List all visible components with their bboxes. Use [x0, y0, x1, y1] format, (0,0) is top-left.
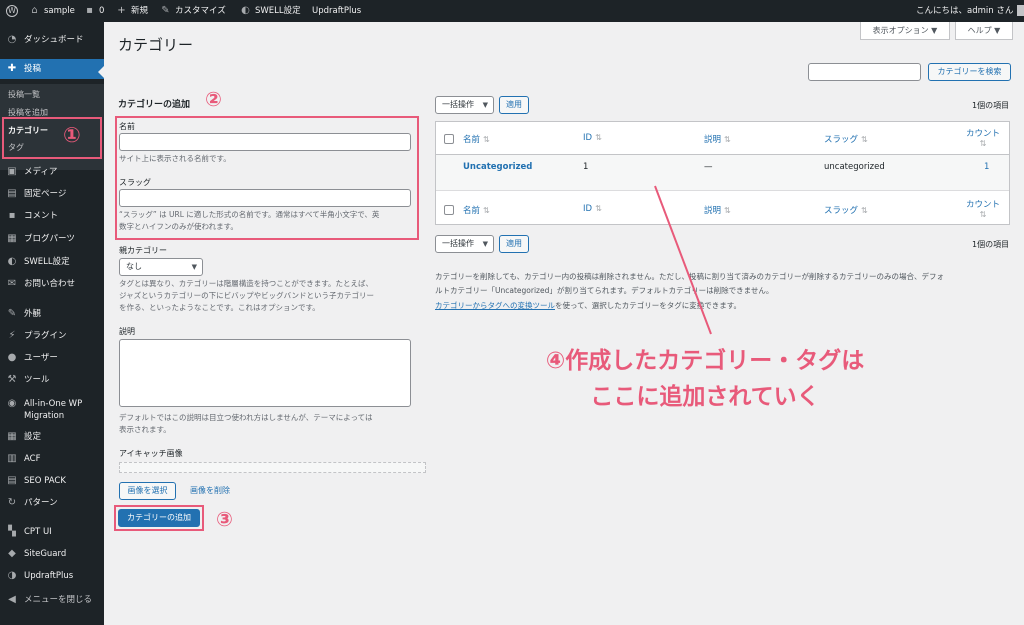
annotation-arrow-line	[654, 185, 712, 335]
annotation-line	[654, 185, 712, 335]
annotation-step-4: ④作成したカテゴリー・タグは ここに追加されていく	[545, 348, 865, 410]
